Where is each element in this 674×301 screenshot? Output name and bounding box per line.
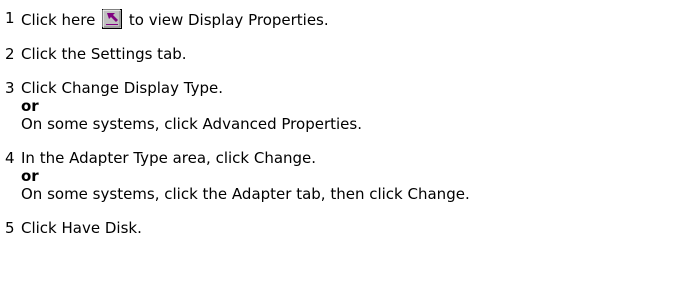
step-alt-text: On some systems, click the Adapter tab, … <box>21 185 470 203</box>
or-label: or <box>21 167 39 185</box>
step-number: 4 <box>5 149 15 167</box>
or-label: or <box>21 97 39 115</box>
step-body: In the Adapter Type area, click Change. … <box>21 149 665 204</box>
step-number: 3 <box>5 79 15 97</box>
step-text: Click Have Disk. <box>21 219 142 237</box>
step-4: 4 In the Adapter Type area, click Change… <box>5 149 665 204</box>
step-body: Click Change Display Type. or On some sy… <box>21 79 665 134</box>
step-number: 2 <box>5 45 15 63</box>
step-text: Click Change Display Type. <box>21 79 223 97</box>
shortcut-arrow-icon[interactable] <box>102 9 123 29</box>
step-number: 5 <box>5 219 15 237</box>
step-body: Click here to view Display Properties. <box>21 9 665 30</box>
step-alt-text: On some systems, click Advanced Properti… <box>21 115 362 133</box>
instruction-steps: 1 Click here to view Display Properties.… <box>5 9 665 238</box>
step-1: 1 Click here to view Display Properties. <box>5 9 665 30</box>
step-text-before-icon: Click here <box>21 11 96 29</box>
step-text: In the Adapter Type area, click Change. <box>21 149 317 167</box>
step-text-after-icon: to view Display Properties. <box>128 11 329 29</box>
step-3: 3 Click Change Display Type. or On some … <box>5 79 665 134</box>
step-text: Click the Settings tab. <box>21 45 187 63</box>
step-5: 5 Click Have Disk. <box>5 219 665 238</box>
step-number: 1 <box>5 9 15 27</box>
step-2: 2 Click the Settings tab. <box>5 45 665 64</box>
